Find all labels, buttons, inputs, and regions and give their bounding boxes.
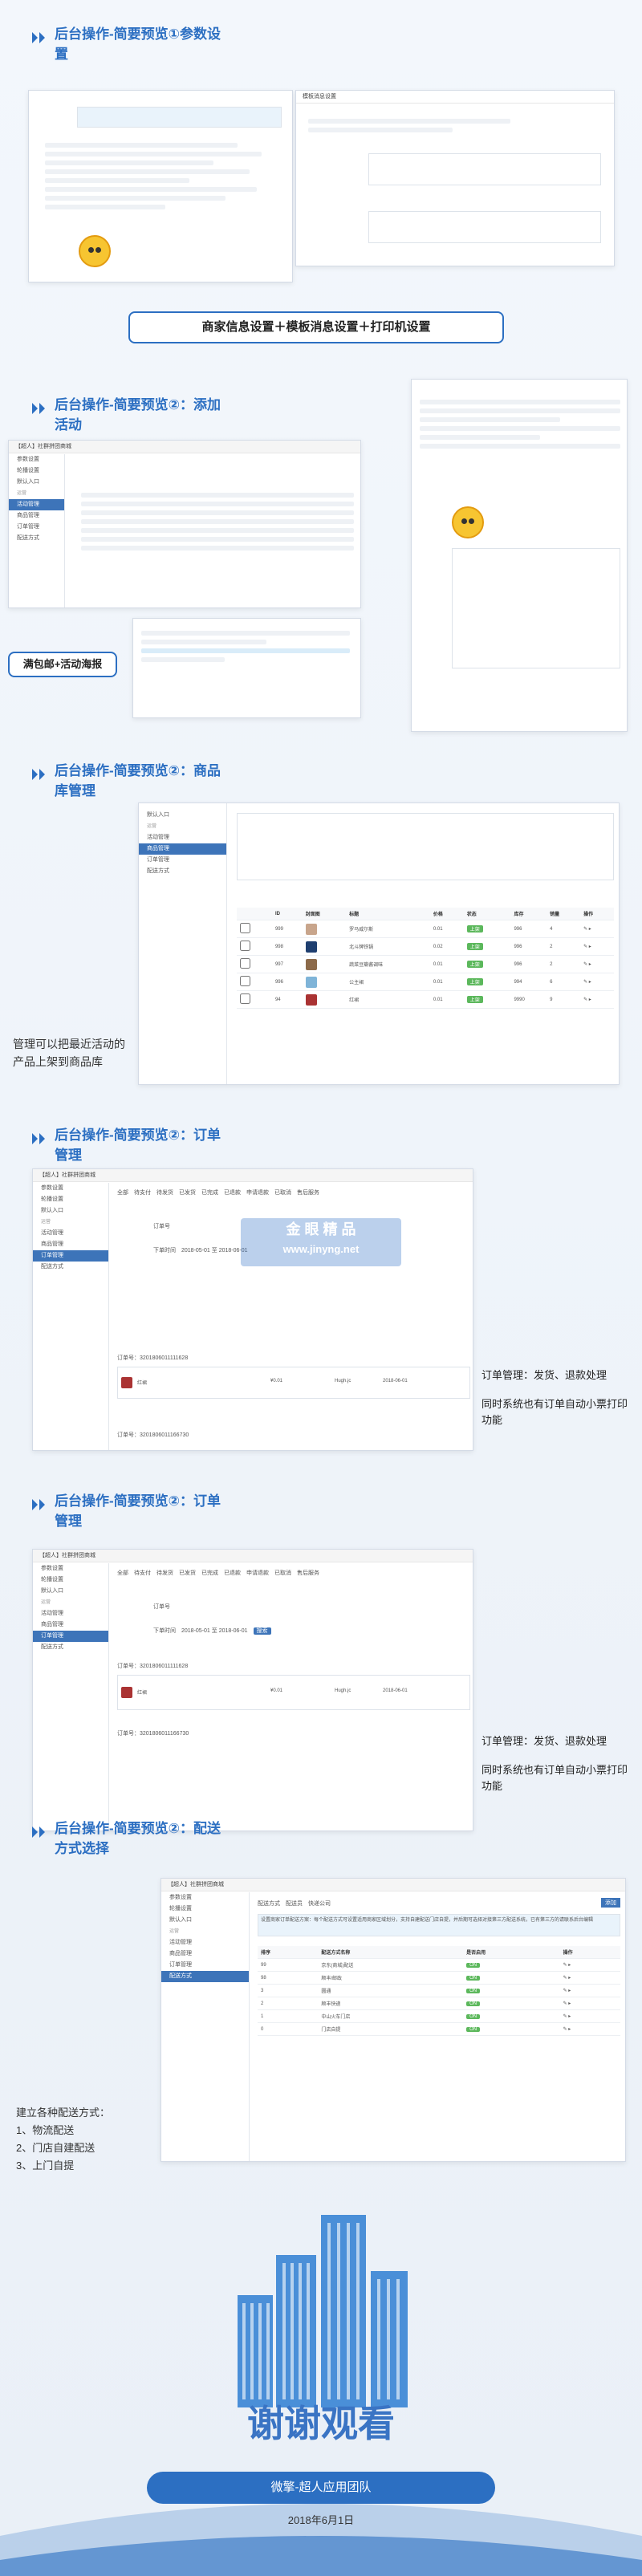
delivery-table: 排序 配送方式名称 是否启用 操作 99 京东(商城)配送 ON ✎ ▸ 98 顺丰/邮政 ON…: [258, 1946, 620, 2036]
delivery-screenshot: 【超人】社群拼团商城 参数设置 轮播设置 默认入口 运营 活动管理 商品管理 订单管理配…: [160, 1878, 626, 2162]
table-row: 3 圆通 ON ✎ ▸: [258, 1984, 620, 1997]
s4-header: 后台操作-简要预览②：订单管理: [32, 1125, 223, 1165]
thanks-text: 谢谢观看: [247, 2403, 395, 2444]
section-title: 后台操作-简要预览②：订单管理: [55, 1493, 221, 1529]
goods-table: ID 封面图 标题 价格 状态 库存 销量 操作 999 罗马威尔斯 0.01 上架 996 4 ✎ ▸ …: [237, 908, 614, 1009]
order-screenshot-2: 【超人】社群拼团商城 参数设置 轮播设置 默认入口 运营 活动管理 商品管理 订单管理配…: [32, 1549, 473, 1831]
double-arrow-icon: [32, 32, 45, 43]
goods-caption: 管理可以把最近活动的产品上架到商品库: [13, 1038, 125, 1068]
table-row: 2 顺丰快递 ON ✎ ▸: [258, 1997, 620, 2010]
free-shipping-pill: 满包邮+活动海报: [8, 652, 117, 677]
order-caption-3: 订单管理：发货、退款处理: [482, 1735, 607, 1747]
activity-cover: [452, 506, 484, 538]
s5-header: 后台操作-简要预览②：订单管理: [32, 1491, 223, 1531]
section-title: 后台操作-简要预览②：添加活动: [55, 397, 221, 433]
row-checkbox[interactable]: [240, 976, 250, 986]
delivery-caption: 建立各种配送方式： 1、物流配送 2、门店自建配送 3、上门自提: [16, 2107, 111, 2172]
order-caption-4: 同时系统也有订单自动小票打印功能: [482, 1764, 628, 1792]
order-caption-1: 订单管理：发货、退款处理: [482, 1369, 607, 1381]
section-title: 后台操作-简要预览②：商品库管理: [55, 763, 221, 798]
activity-edit-screenshot: [411, 379, 628, 732]
poster-settings-screenshot: [132, 618, 361, 718]
table-row: 98 顺丰/邮政 ON ✎ ▸: [258, 1971, 620, 1985]
avatar: [79, 235, 111, 267]
table-row: 997 蔬菜豆瓣酱调味 0.01 上架 996 2 ✎ ▸: [237, 955, 614, 973]
row-checkbox[interactable]: [240, 993, 250, 1004]
double-arrow-icon: [32, 1499, 45, 1510]
row-checkbox[interactable]: [240, 941, 250, 951]
watermark: 金 眼 精 品 www.jinyng.net: [241, 1218, 401, 1266]
double-arrow-icon: [32, 769, 45, 780]
section-title: 后台操作-简要预览②：配送方式选择: [55, 1821, 221, 1856]
table-row: 998 北斗牌铁锅 0.02 上架 996 2 ✎ ▸: [237, 937, 614, 956]
table-row: 996 公主裙 0.01 上架 994 6 ✎ ▸: [237, 973, 614, 991]
row-checkbox[interactable]: [240, 958, 250, 969]
activity-list-screenshot: 【超人】社群拼团商城 参数设置 轮播设置 默认入口 运营 活动管理 商品管理 订单管理配…: [8, 440, 361, 608]
s1-header: 后台操作-简要预览①参数设置: [32, 24, 223, 64]
order-caption-2: 同时系统也有订单自动小票打印功能: [482, 1398, 628, 1426]
page: 后台操作-简要预览①参数设置 模板消息设置 商家信息设置＋模板消息设置＋打印机设…: [0, 0, 642, 2576]
settings-screenshot-right: 模板消息设置: [295, 90, 615, 266]
table-row: 999 罗马威尔斯 0.01 上架 996 4 ✎ ▸: [237, 920, 614, 938]
add-button[interactable]: 添加: [601, 1898, 620, 1908]
table-row: 94 红裙 0.01 上架 9990 9 ✎ ▸: [237, 990, 614, 1009]
app-title: 【超人】社群拼团商城: [9, 441, 360, 453]
s3-header: 后台操作-简要预览②：商品库管理: [32, 761, 223, 801]
date-text: 2018年6月1日: [287, 2514, 355, 2526]
table-row: 0 门店自提 ON ✎ ▸: [258, 2022, 620, 2036]
order-screenshot-1: 【超人】社群拼团商城 参数设置 轮播设置 默认入口 运营 活动管理 商品管理 订单管理配…: [32, 1168, 473, 1451]
section-title: 后台操作-简要预览②：订单管理: [55, 1128, 221, 1163]
settings-screenshot-left: [28, 90, 293, 282]
row-checkbox[interactable]: [240, 923, 250, 933]
order-tabs: 全部 待支付 待发货 已发货 已完成 已退款 申请退款 已取消 售后服务: [117, 1190, 319, 1196]
s6-header: 后台操作-简要预览②：配送方式选择: [32, 1818, 223, 1859]
double-arrow-icon: [32, 403, 45, 414]
double-arrow-icon: [32, 1826, 45, 1838]
table-row: 1 中山火车门店 ON ✎ ▸: [258, 2009, 620, 2023]
team-banner: 微擎-超人应用团队: [147, 2472, 495, 2504]
table-row: 99 京东(商城)配送 ON ✎ ▸: [258, 1958, 620, 1972]
double-arrow-icon: [32, 1133, 45, 1144]
goods-screenshot: 默认入口 运营 活动管理 商品管理 订单管理 配送方式 ID 封面图 标题 价格 状态 库存 销量…: [138, 802, 620, 1085]
search-button[interactable]: 搜索: [253, 1627, 271, 1635]
s2-header: 后台操作-简要预览②：添加活动: [32, 395, 223, 435]
settings-summary-pill: 商家信息设置＋模板消息设置＋打印机设置: [128, 311, 504, 343]
section-title: 后台操作-简要预览①参数设置: [55, 26, 221, 62]
